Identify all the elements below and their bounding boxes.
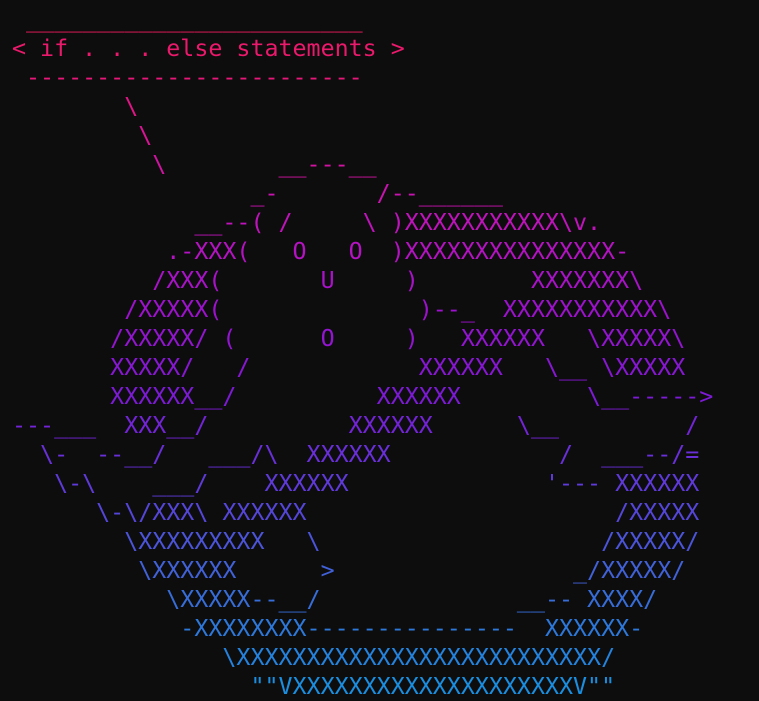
art-line: .-XXX( O O )XXXXXXXXXXXXXXX- [12,238,630,265]
art-line: __--( / \ )XXXXXXXXXXX\v. [12,209,602,236]
art-line: \XXXXXXXXXXXXXXXXXXXXXXXXXX/ [12,644,616,671]
art-line: /XXX( U ) XXXXXXX\ [12,267,644,294]
art-line: \- --__/ ___/\ XXXXXX / ___--/= [12,441,700,468]
art-line: \-\/XXX\ XXXXXX /XXXXX [12,499,700,526]
cowsay-ascii-art: ________________________ < if . . . else … [12,5,713,701]
art-line: XXXXX/ / XXXXXX \__ \XXXXX [12,354,686,381]
art-line: /XXXXX( )--_ XXXXXXXXXXX\ [12,296,672,323]
art-line: \-\ ___/ XXXXXX '--- XXXXXX [12,470,700,497]
art-line: \XXXXX--__/ __-- XXXX/ [12,586,658,613]
speech-bubble-bottom: ------------------------ [12,64,363,91]
art-line: -XXXXXXXX--------------- XXXXXX- [12,615,644,642]
art-line: _- /--______ [12,180,503,207]
art-line: ""VXXXXXXXXXXXXXXXXXXXXV"" [12,673,616,700]
art-line: ---___ XXX__/ XXXXXX \__ / [12,412,700,439]
art-line: XXXXXX__/ XXXXXX \__-----> [12,383,714,410]
art-line: \ [12,122,153,149]
art-line: \ __---__ [12,151,377,178]
art-line: /XXXXX/ ( O ) XXXXXX \XXXXX\ [12,325,686,352]
art-line: \XXXXXXXXX \ /XXXXX/ [12,528,700,555]
speech-bubble-top: ________________________ [12,6,363,33]
art-line: \XXXXXX > _/XXXXX/ [12,557,686,584]
speech-bubble-text: < if . . . else statements > [12,35,405,62]
terminal-screen: ________________________ < if . . . else … [0,0,759,700]
art-line: \ [12,93,139,120]
